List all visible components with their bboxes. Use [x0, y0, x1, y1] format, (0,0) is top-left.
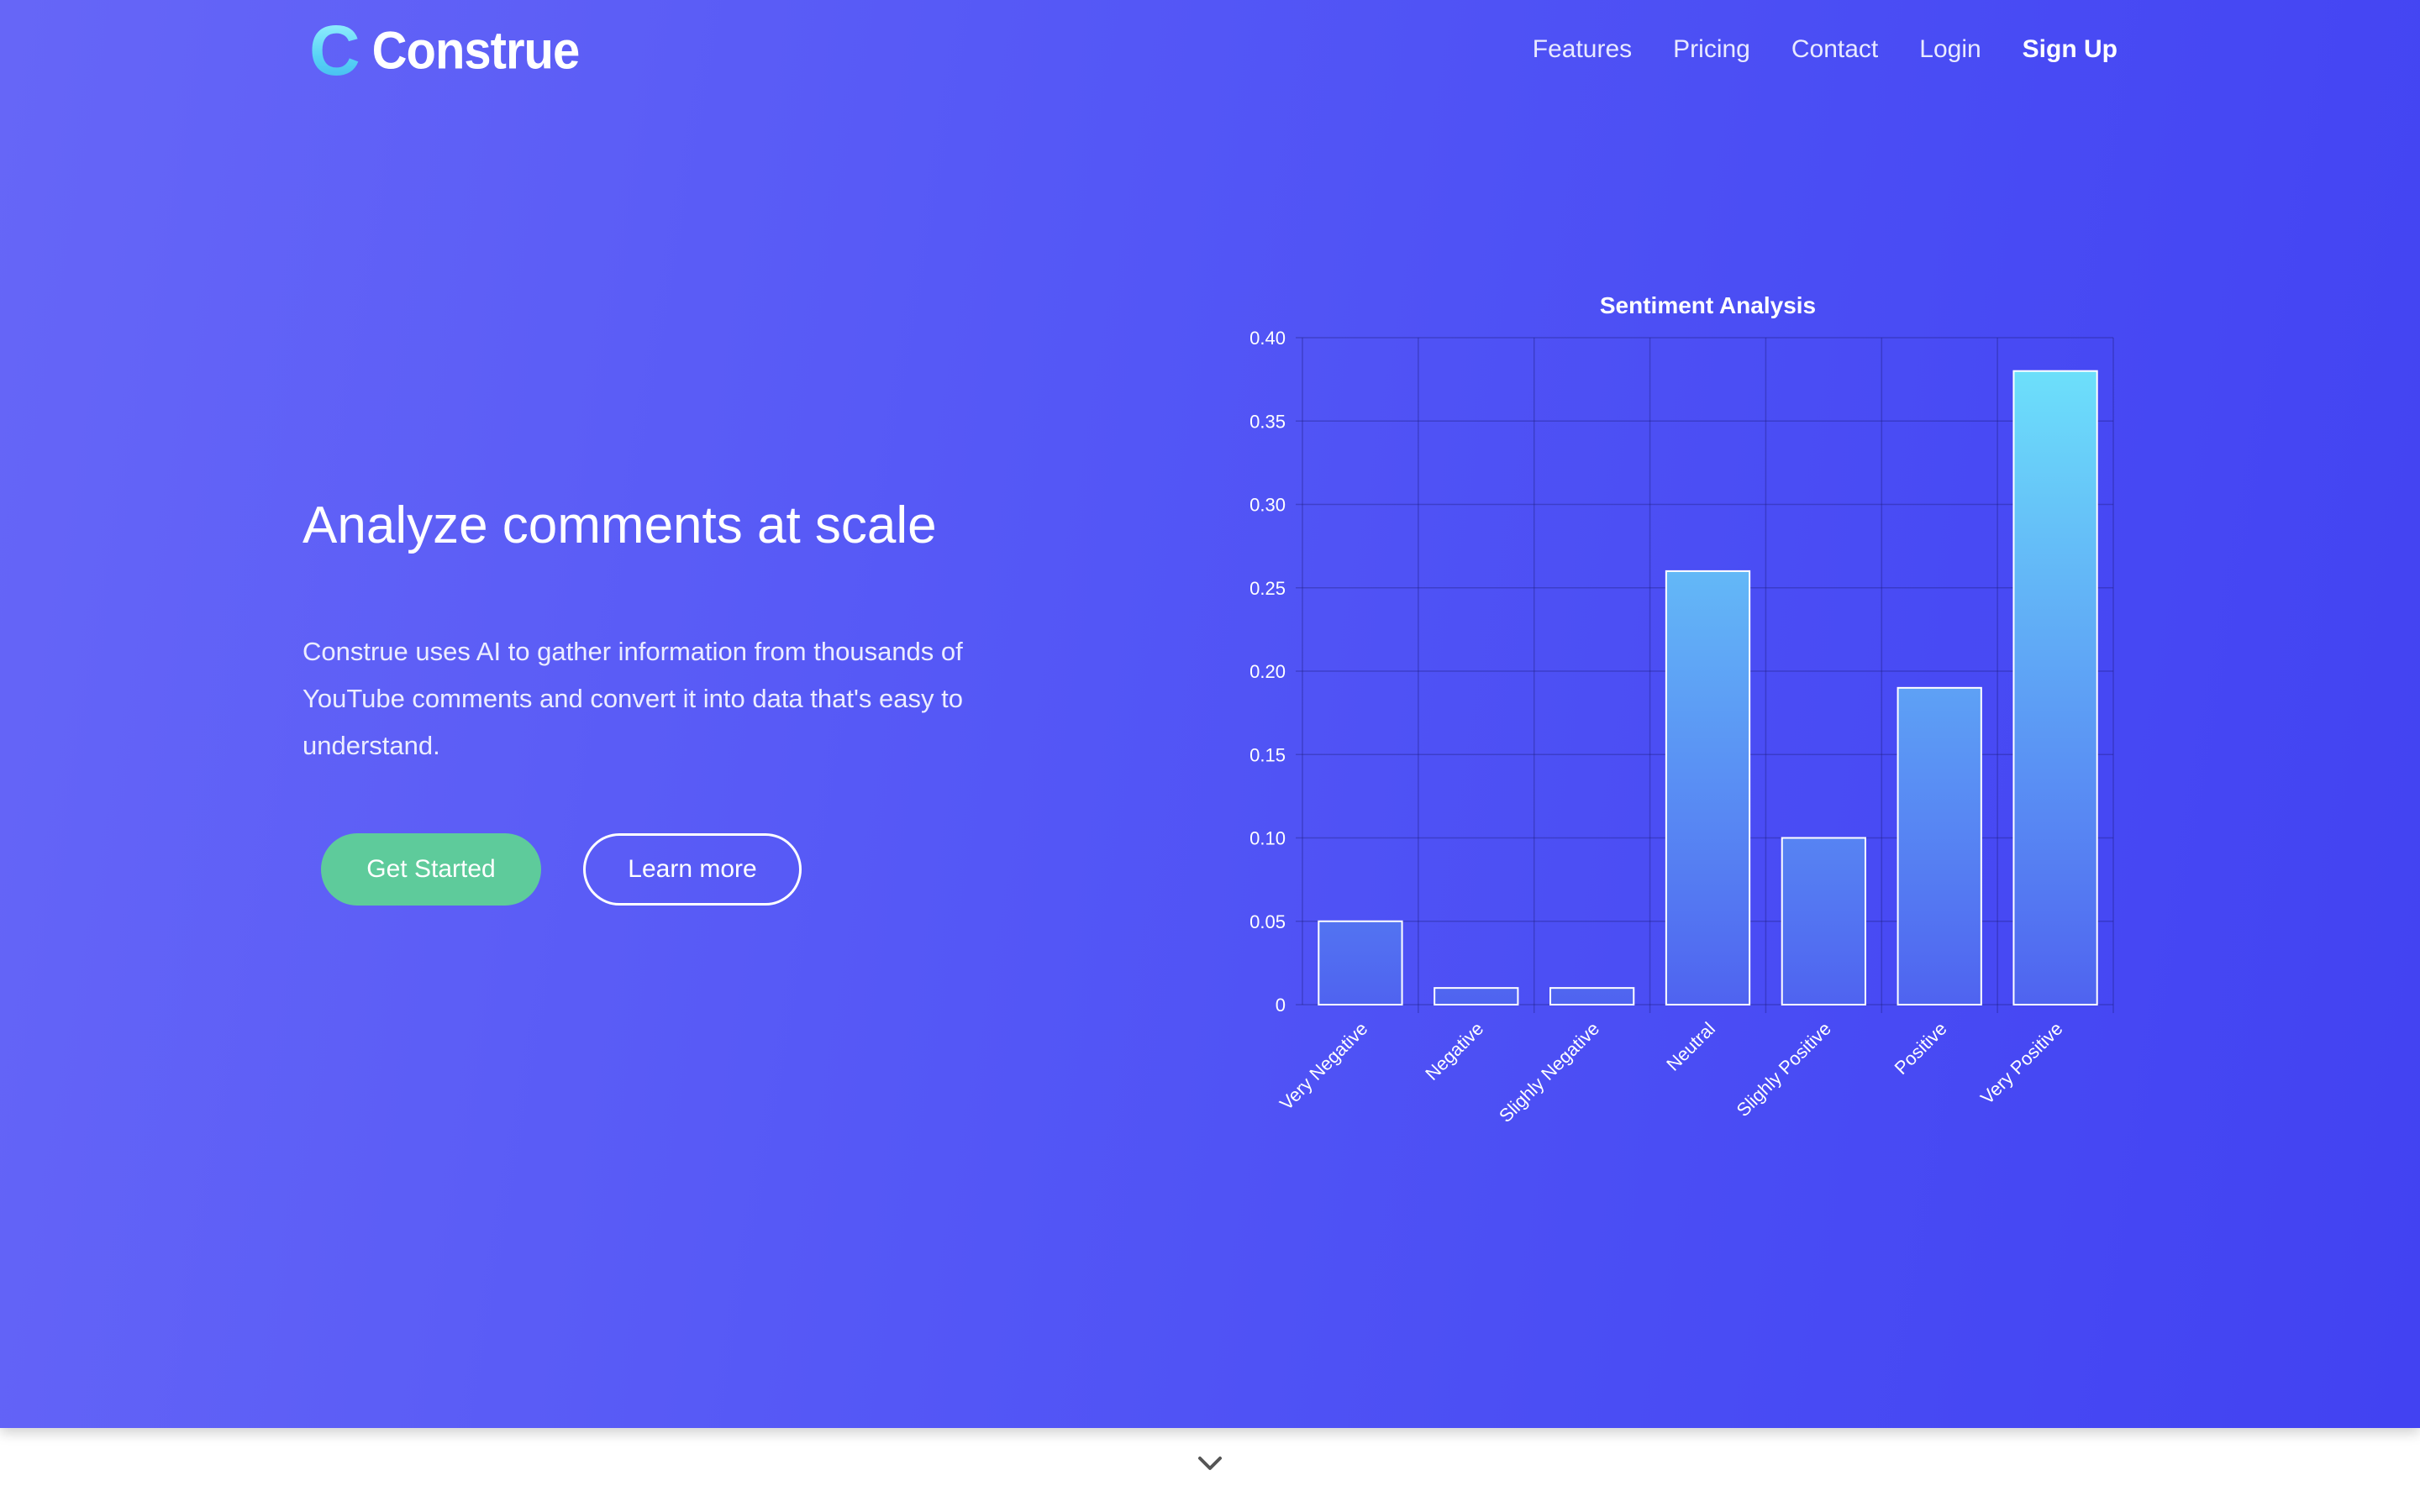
x-tick-label: Positive — [1891, 1018, 1951, 1079]
chevron-down-icon[interactable] — [1193, 1446, 1227, 1480]
top-nav: Features Pricing Contact Login Sign Up — [1533, 32, 2118, 67]
x-tick-label: Neutral — [1662, 1018, 1719, 1075]
logo-text: Construe — [371, 20, 581, 81]
x-tick-label: Negative — [1421, 1018, 1487, 1084]
logo[interactable]: C Construe — [309, 11, 581, 90]
get-started-button[interactable]: Get Started — [321, 833, 541, 906]
y-tick-label: 0.25 — [1249, 578, 1286, 599]
logo-icon: C — [309, 11, 360, 90]
y-tick-label: 0.30 — [1249, 495, 1286, 516]
y-tick-label: 0.35 — [1249, 411, 1286, 432]
nav-features-link[interactable]: Features — [1533, 32, 1632, 67]
chart-bar — [1434, 987, 1519, 1006]
hero-headline: Analyze comments at scale — [302, 496, 937, 554]
x-tick-label: Very Negative — [1276, 1018, 1372, 1115]
x-tick-label: Very Positive — [1976, 1018, 2067, 1109]
sentiment-chart: Sentiment Analysis 0 0.05 0.10 0.15 0.20 0.25 0… — [1210, 277, 2134, 1159]
hero-section: C Construe Features Pricing Contact Logi… — [0, 0, 2420, 1428]
chart-bar — [1549, 987, 1635, 1006]
nav-signup-link[interactable]: Sign Up — [2023, 32, 2118, 67]
chart-bar — [1781, 837, 1866, 1005]
learn-more-button[interactable]: Learn more — [583, 833, 802, 906]
y-tick-label: 0.15 — [1249, 744, 1286, 765]
nav-login-link[interactable]: Login — [1919, 32, 1981, 67]
chart-title: Sentiment Analysis — [1600, 292, 1816, 318]
hero-description: Construe uses AI to gather information f… — [302, 637, 963, 760]
x-tick-label: Slighly Negative — [1495, 1018, 1603, 1126]
chart-bar — [1897, 686, 1982, 1005]
sentiment-chart-svg: Sentiment Analysis 0 0.05 0.10 0.15 0.20 0.25 0… — [1249, 292, 2114, 1126]
nav-pricing-link[interactable]: Pricing — [1673, 32, 1750, 67]
y-tick-label: 0.05 — [1249, 911, 1286, 932]
y-tick-label: 0.40 — [1249, 328, 1286, 349]
chart-bar — [2012, 370, 2098, 1005]
x-tick-label: Slighly Positive — [1733, 1018, 1835, 1121]
chart-bar — [1318, 920, 1403, 1005]
chart-bar — [1665, 570, 1751, 1005]
nav-contact-link[interactable]: Contact — [1791, 32, 1878, 67]
y-tick-label: 0.20 — [1249, 661, 1286, 682]
y-tick-label: 0.10 — [1249, 828, 1286, 849]
y-tick-label: 0 — [1276, 995, 1286, 1016]
